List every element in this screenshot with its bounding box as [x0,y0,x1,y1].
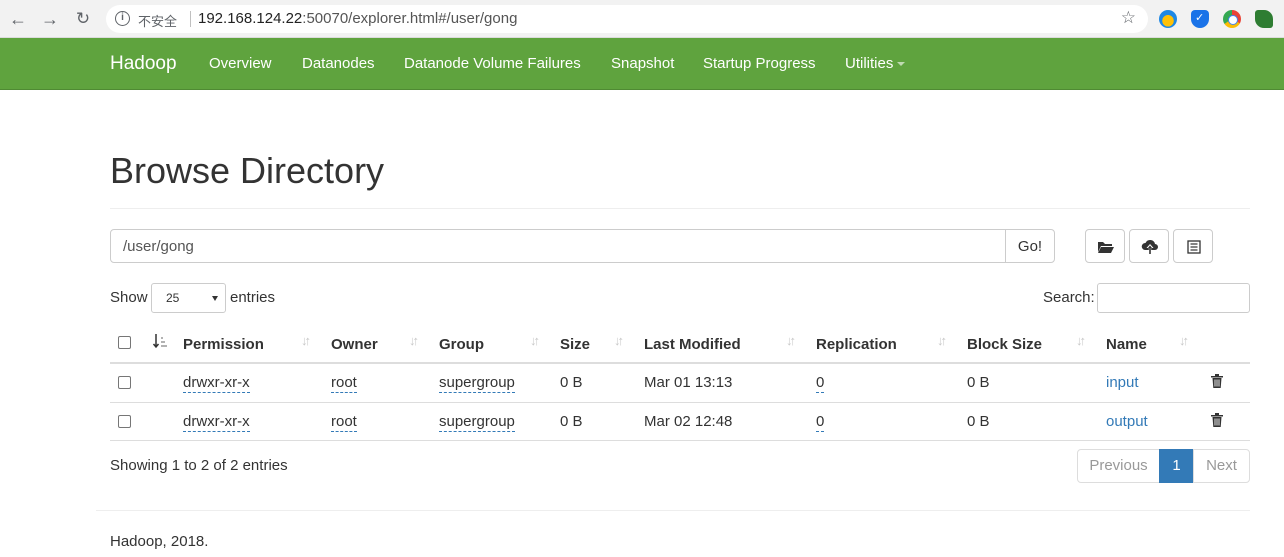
chrome-extension-icon[interactable] [1223,10,1241,28]
size-cell: 0 B [560,413,583,430]
address-separator [190,11,191,27]
nav-datanode-volume-failures[interactable]: Datanode Volume Failures [404,55,581,72]
nav-utilities-label: Utilities [845,55,894,72]
shield-extension-icon[interactable] [1191,10,1209,28]
go-button[interactable]: Go! [1005,229,1055,263]
column-header-name[interactable]: Name [1106,336,1147,353]
sort-icon[interactable]: ↓↑ [301,333,311,348]
reload-icon[interactable]: ↻ [73,9,93,29]
group-cell[interactable]: supergroup [439,374,515,393]
next-page-button[interactable]: Next [1193,449,1250,483]
page-title: Browse Directory [110,150,385,191]
select-all-checkbox[interactable] [118,336,131,349]
info-icon[interactable]: i [115,11,130,26]
sort-icon[interactable]: ↓↑ [937,333,947,348]
search-label: Search: [1043,289,1095,306]
group-cell[interactable]: supergroup [439,413,515,432]
nav-snapshot[interactable]: Snapshot [611,55,674,72]
browser-toolbar: ← → ↻ i 不安全 192.168.124.22:50070/explore… [0,0,1284,38]
url-path: :50070/explorer.html#/user/gong [302,10,518,27]
entries-label: entries [230,289,276,306]
forward-arrow-icon[interactable]: → [40,9,60,29]
owner-cell[interactable]: root [331,413,357,432]
replication-cell[interactable]: 0 [816,374,825,393]
sort-icon[interactable]: ↓↑ [614,333,624,348]
entries-per-page-select[interactable]: 25 [151,283,226,313]
address-bar[interactable]: i 不安全 192.168.124.22:50070/explorer.html… [106,5,1148,33]
row-checkbox[interactable] [118,376,131,389]
file-name-link[interactable]: input [1106,374,1139,391]
size-cell: 0 B [560,374,583,391]
block-size-cell: 0 B [967,413,990,430]
column-header-block-size[interactable]: Block Size [967,336,1042,353]
caret-down-icon [897,62,906,67]
replication-cell[interactable]: 0 [816,413,825,432]
cut-paste-button[interactable] [1173,229,1213,263]
sort-icon[interactable]: ↓↑ [786,333,796,348]
file-name-link[interactable]: output [1106,413,1148,430]
permission-cell[interactable]: drwxr-xr-x [183,374,250,393]
trash-icon[interactable] [1211,374,1223,388]
nav-utilities[interactable]: Utilities [845,55,906,72]
sort-icon[interactable]: ↓↑ [1179,333,1189,348]
bookmark-star-icon[interactable]: ☆ [1121,8,1136,28]
nav-startup-progress[interactable]: Startup Progress [703,55,816,72]
upload-button[interactable] [1129,229,1169,263]
previous-page-button[interactable]: Previous [1077,449,1160,483]
permission-cell[interactable]: drwxr-xr-x [183,413,250,432]
search-input[interactable] [1097,283,1250,313]
insecure-label: 不安全 [138,15,178,30]
column-header-size[interactable]: Size [560,336,590,353]
trash-icon[interactable] [1211,413,1223,427]
column-header-group[interactable]: Group [439,336,484,353]
sort-icon[interactable]: ↓↑ [530,333,540,348]
column-header-permission[interactable]: Permission [183,336,264,353]
column-header-replication[interactable]: Replication [816,336,897,353]
select-arrow-icon [212,296,218,301]
show-label: Show [110,289,148,306]
column-header-last-modified[interactable]: Last Modified [644,336,741,353]
footer-text: Hadoop, 2018. [110,533,209,550]
extension-icon[interactable] [1159,10,1177,28]
folder-open-icon [1098,242,1114,253]
sort-icon[interactable]: ↓↑ [1076,333,1086,348]
nav-datanodes[interactable]: Datanodes [302,55,375,72]
last-modified-cell: Mar 01 13:13 [644,374,733,391]
row-divider [110,440,1250,441]
sort-icon[interactable]: ↓↑ [409,333,419,348]
row-divider [110,402,1250,403]
footer-divider [96,510,1250,511]
hadoop-navbar: Hadoop Overview Datanodes Datanode Volum… [0,38,1284,90]
page-1-button[interactable]: 1 [1159,449,1194,483]
create-directory-button[interactable] [1085,229,1125,263]
back-arrow-icon[interactable]: ← [8,9,28,29]
entries-select-value: 25 [166,291,180,305]
divider [110,208,1250,209]
last-modified-cell: Mar 02 12:48 [644,413,733,430]
list-icon [1187,240,1201,254]
nav-overview[interactable]: Overview [209,55,272,72]
table-info: Showing 1 to 2 of 2 entries [110,457,288,474]
brand-link[interactable]: Hadoop [110,53,177,75]
url-text[interactable]: 192.168.124.22:50070/explorer.html#/user… [198,10,517,27]
column-header-owner[interactable]: Owner [331,336,378,353]
sort-order-icon[interactable] [152,333,168,351]
block-size-cell: 0 B [967,374,990,391]
table-header-border [110,362,1250,364]
url-host: 192.168.124.22 [198,10,303,27]
leaf-extension-icon[interactable] [1255,10,1273,28]
directory-path-input[interactable] [110,229,1006,263]
cloud-upload-icon [1141,239,1158,254]
owner-cell[interactable]: root [331,374,357,393]
row-checkbox[interactable] [118,415,131,428]
